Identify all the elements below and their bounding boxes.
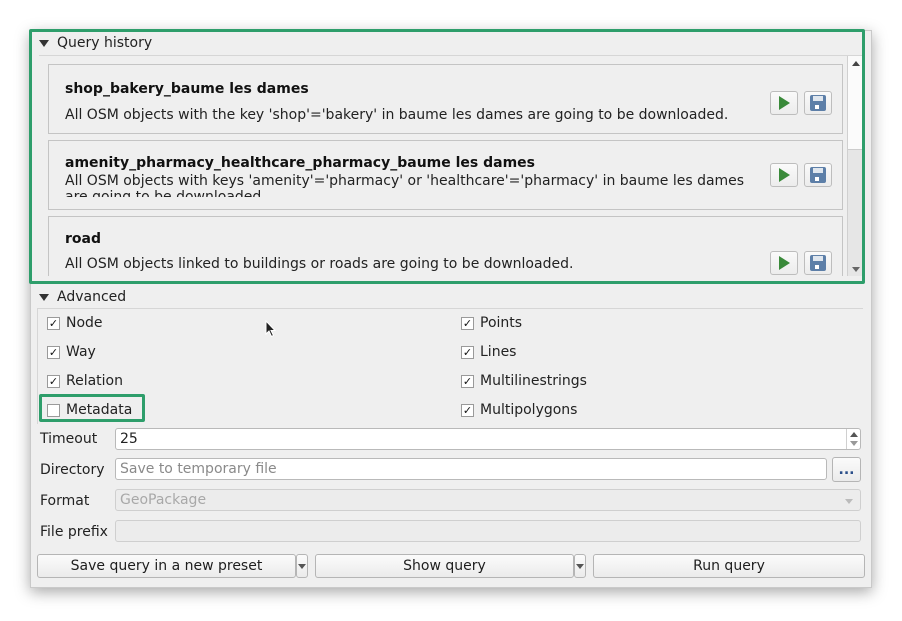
advanced-options: ✓ Node ✓ Way ✓ Relation Metadata ✓ Point…	[37, 308, 863, 424]
play-icon	[778, 256, 790, 270]
directory-label: Directory	[40, 462, 105, 478]
checkbox-label: Multilinestrings	[480, 373, 587, 389]
query-history-panel: shop_bakery_baume les dames All OSM obje…	[39, 55, 863, 276]
spin-up-icon[interactable]	[849, 432, 858, 438]
directory-input[interactable]: Save to temporary file	[115, 458, 827, 480]
play-icon	[778, 96, 790, 110]
checkbox-label: Metadata	[66, 402, 133, 418]
checkbox-points[interactable]: ✓ Points	[461, 315, 522, 331]
timeout-spinbox[interactable]: 25	[115, 428, 861, 450]
checkbox-box[interactable]: ✓	[461, 316, 474, 330]
checkbox-box[interactable]: ✓	[461, 345, 474, 359]
query-history-header[interactable]: Query history	[39, 33, 152, 53]
checkbox-label: Node	[66, 315, 103, 331]
show-query-button[interactable]: Show query	[315, 554, 574, 578]
save-icon	[810, 255, 826, 271]
history-item-title: shop_bakery_baume les dames	[65, 81, 309, 97]
checkbox-relation[interactable]: ✓ Relation	[47, 373, 123, 389]
format-select[interactable]: GeoPackage	[115, 489, 861, 511]
chevron-down-icon	[298, 563, 306, 569]
scroll-up-button[interactable]	[848, 56, 863, 70]
checkbox-label: Lines	[480, 344, 517, 360]
checkbox-multilinestrings[interactable]: ✓ Multilinestrings	[461, 373, 587, 389]
run-query-button[interactable]: Run query	[593, 554, 865, 578]
chevron-down-icon	[576, 563, 584, 569]
spin-down-icon[interactable]	[849, 440, 858, 446]
history-item-description: All OSM objects with the key 'shop'='bak…	[65, 107, 729, 123]
checkbox-way[interactable]: ✓ Way	[47, 344, 96, 360]
format-value: GeoPackage	[120, 492, 207, 508]
arrow-up-icon	[851, 60, 860, 66]
mouse-cursor-icon	[265, 320, 277, 338]
save-icon	[810, 95, 826, 111]
query-history-title: Query history	[57, 35, 153, 51]
checkbox-box[interactable]	[47, 403, 60, 417]
save-preset-button[interactable]: Save query in a new preset	[37, 554, 296, 578]
timeout-value: 25	[120, 431, 138, 447]
checkbox-box[interactable]: ✓	[461, 374, 474, 388]
checkbox-label: Points	[480, 315, 523, 331]
save-icon	[810, 167, 826, 183]
checkbox-box[interactable]: ✓	[47, 316, 60, 330]
checkbox-lines[interactable]: ✓ Lines	[461, 344, 516, 360]
history-scrollbar[interactable]	[847, 56, 863, 276]
advanced-header[interactable]: Advanced	[39, 287, 126, 307]
history-item: amenity_pharmacy_healthcare_pharmacy_bau…	[48, 140, 843, 210]
timeout-spin-buttons[interactable]	[846, 429, 860, 449]
browse-directory-button[interactable]: ...	[832, 457, 861, 482]
checkbox-box[interactable]: ✓	[461, 403, 474, 417]
collapse-triangle-icon	[39, 293, 49, 301]
query-panel: Query history shop_bakery_baume les dame…	[29, 29, 872, 588]
format-label: Format	[40, 493, 90, 509]
checkbox-label: Multipolygons	[480, 402, 578, 418]
history-item-description: All OSM objects with keys 'amenity'='pha…	[65, 173, 745, 197]
chevron-down-icon	[845, 499, 853, 504]
arrow-down-icon	[851, 266, 860, 272]
scrollbar-thumb[interactable]	[848, 70, 863, 150]
advanced-title: Advanced	[57, 289, 127, 305]
save-preset-dropdown-button[interactable]	[296, 554, 308, 578]
save-history-query-button[interactable]	[804, 163, 832, 187]
history-item: road All OSM objects linked to buildings…	[48, 216, 843, 276]
checkbox-multipolygons[interactable]: ✓ Multipolygons	[461, 402, 577, 418]
save-history-query-button[interactable]	[804, 251, 832, 275]
timeout-label: Timeout	[40, 431, 98, 447]
query-history-list: shop_bakery_baume les dames All OSM obje…	[39, 56, 847, 276]
run-history-query-button[interactable]	[770, 251, 798, 275]
play-icon	[778, 168, 790, 182]
file-prefix-input[interactable]	[115, 520, 861, 542]
history-item-description: All OSM objects linked to buildings or r…	[65, 256, 574, 272]
checkbox-box[interactable]: ✓	[47, 345, 60, 359]
history-item-title: road	[65, 231, 101, 247]
file-prefix-label: File prefix	[40, 524, 108, 540]
save-history-query-button[interactable]	[804, 91, 832, 115]
run-history-query-button[interactable]	[770, 163, 798, 187]
checkbox-label: Relation	[66, 373, 123, 389]
checkbox-metadata[interactable]: Metadata	[47, 402, 132, 418]
show-query-dropdown-button[interactable]	[574, 554, 586, 578]
checkbox-node[interactable]: ✓ Node	[47, 315, 103, 331]
checkbox-box[interactable]: ✓	[47, 374, 60, 388]
checkbox-label: Way	[66, 344, 96, 360]
scroll-down-button[interactable]	[848, 262, 863, 276]
history-item: shop_bakery_baume les dames All OSM obje…	[48, 64, 843, 134]
directory-placeholder: Save to temporary file	[120, 461, 277, 477]
history-item-title: amenity_pharmacy_healthcare_pharmacy_bau…	[65, 155, 536, 171]
run-history-query-button[interactable]	[770, 91, 798, 115]
collapse-triangle-icon	[39, 39, 49, 47]
